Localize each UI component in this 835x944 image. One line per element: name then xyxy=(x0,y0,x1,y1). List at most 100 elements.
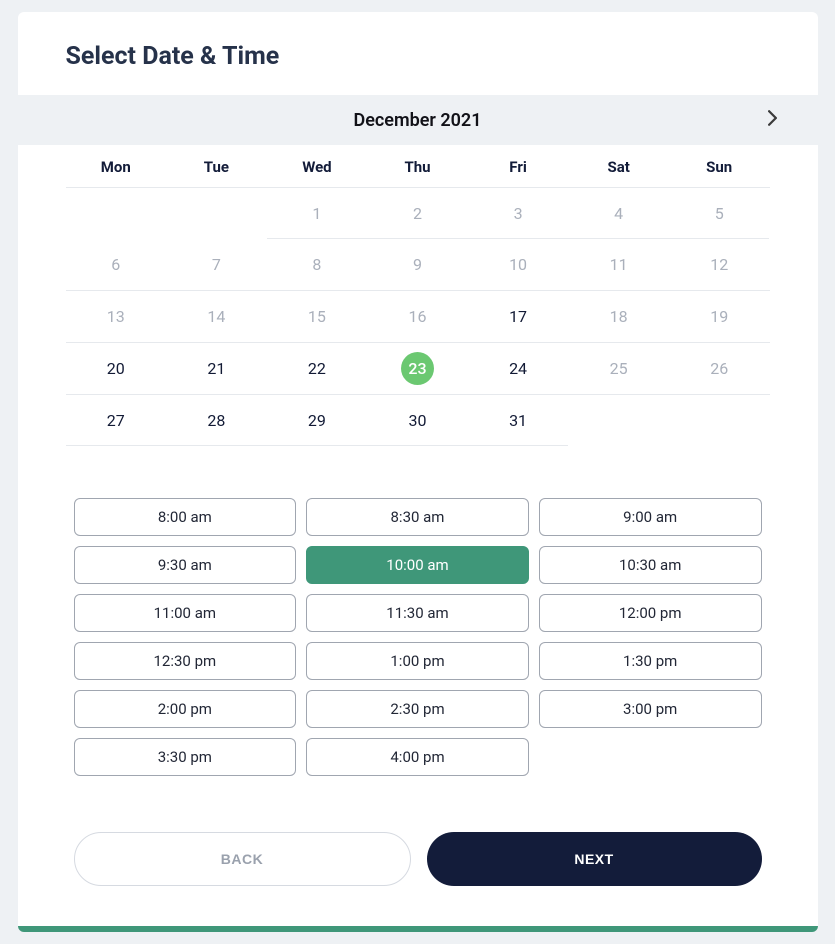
calendar-day-empty xyxy=(66,188,167,239)
weekday-label: Tue xyxy=(166,145,267,187)
month-navigation: December 2021 xyxy=(18,95,818,145)
calendar-day-number: 23 xyxy=(401,352,434,385)
calendar-day-number: 15 xyxy=(308,307,326,326)
calendar-day-number: 9 xyxy=(413,255,422,274)
calendar-day-number: 6 xyxy=(111,255,120,274)
calendar-day: 11 xyxy=(568,239,669,290)
calendar-day[interactable]: 31 xyxy=(468,395,569,446)
calendar-day-number: 14 xyxy=(207,307,225,326)
calendar-day-number: 17 xyxy=(509,307,527,326)
calendar-day-number: 3 xyxy=(514,204,523,223)
calendar-day-number: 1 xyxy=(312,204,321,223)
calendar-day-number: 12 xyxy=(710,255,728,274)
calendar-row: 20 21 22 23 24 25 26 xyxy=(66,343,770,395)
calendar-day-number: 10 xyxy=(509,255,527,274)
calendar-row: 27 28 29 30 31 xyxy=(66,395,770,446)
calendar-day-number: 18 xyxy=(610,307,628,326)
calendar-day-empty xyxy=(568,395,669,446)
time-slot[interactable]: 2:30 pm xyxy=(306,690,529,728)
time-slot[interactable]: 4:00 pm xyxy=(306,738,529,776)
calendar-row: 6 7 8 9 10 11 12 xyxy=(66,239,770,291)
calendar-day: 7 xyxy=(166,239,267,290)
calendar-day-number: 13 xyxy=(107,307,125,326)
calendar-day[interactable]: 17 xyxy=(468,291,569,342)
calendar-day-number: 21 xyxy=(207,359,225,378)
date-time-card: Select Date & Time December 2021 MonTueW… xyxy=(18,12,818,932)
month-label: December 2021 xyxy=(353,110,481,131)
weekday-label: Sun xyxy=(669,145,770,187)
time-slot-grid: 8:00 am8:30 am 9:00 am 9:30 am10:00 am 10:3… xyxy=(18,446,818,804)
time-slot[interactable]: 11:00 am xyxy=(74,594,297,632)
time-slot[interactable]: 1:00 pm xyxy=(306,642,529,680)
time-slot[interactable]: 2:00 pm xyxy=(74,690,297,728)
calendar-day: 4 xyxy=(568,188,669,239)
time-slot[interactable]: 12:00 pm xyxy=(539,594,762,632)
page-title: Select Date & Time xyxy=(18,12,818,95)
calendar-day: 6 xyxy=(66,239,167,290)
time-slot[interactable]: 11:30 am xyxy=(306,594,529,632)
calendar-day-number: 28 xyxy=(207,411,225,430)
calendar-day: 3 xyxy=(468,188,569,239)
calendar-row: 1 2 3 4 5 xyxy=(66,188,770,239)
calendar-day: 8 xyxy=(267,239,368,290)
calendar-day[interactable]: 23 xyxy=(367,343,468,394)
next-month-button[interactable] xyxy=(758,105,788,135)
calendar-grid: 1234567891011121314151617181920212223242… xyxy=(66,188,770,446)
calendar-day[interactable]: 20 xyxy=(66,343,167,394)
calendar-day-number: 30 xyxy=(409,411,427,430)
calendar-day: 2 xyxy=(367,188,468,239)
weekday-label: Thu xyxy=(367,145,468,187)
calendar-day[interactable]: 29 xyxy=(267,395,368,446)
calendar-day-empty xyxy=(166,188,267,239)
calendar-day: 18 xyxy=(568,291,669,342)
time-slot[interactable]: 1:30 pm xyxy=(539,642,762,680)
calendar-day[interactable]: 27 xyxy=(66,395,167,446)
calendar-day-number: 27 xyxy=(107,411,125,430)
back-button[interactable]: BACK xyxy=(74,832,411,886)
time-slot[interactable]: 3:00 pm xyxy=(539,690,762,728)
time-slot[interactable]: 8:30 am xyxy=(306,498,529,536)
time-slot[interactable]: 10:30 am xyxy=(539,546,762,584)
calendar-day-number: 31 xyxy=(509,411,527,430)
time-slot[interactable]: 12:30 pm xyxy=(74,642,297,680)
calendar-day-empty xyxy=(669,395,770,446)
calendar-day: 14 xyxy=(166,291,267,342)
time-slot[interactable]: 9:30 am xyxy=(74,546,297,584)
next-button[interactable]: NEXT xyxy=(427,832,762,886)
calendar-day-number: 19 xyxy=(710,307,728,326)
calendar-weekday-header: MonTueWedThuFriSatSun xyxy=(66,145,770,188)
calendar-day: 13 xyxy=(66,291,167,342)
weekday-label: Mon xyxy=(66,145,167,187)
calendar-day: 15 xyxy=(267,291,368,342)
weekday-label: Fri xyxy=(468,145,569,187)
calendar-day[interactable]: 28 xyxy=(166,395,267,446)
time-slot[interactable]: 3:30 pm xyxy=(74,738,297,776)
calendar-day-number: 29 xyxy=(308,411,326,430)
calendar-day-number: 16 xyxy=(409,307,427,326)
calendar-day[interactable]: 22 xyxy=(267,343,368,394)
calendar-day-number: 5 xyxy=(715,204,724,223)
time-slot[interactable]: 9:00 am xyxy=(539,498,762,536)
calendar-day: 26 xyxy=(669,343,770,394)
calendar-day: 16 xyxy=(367,291,468,342)
action-row: BACK NEXT xyxy=(18,804,818,926)
calendar-day-number: 25 xyxy=(610,359,628,378)
calendar: MonTueWedThuFriSatSun 123456789101112131… xyxy=(18,145,818,446)
calendar-day-number: 11 xyxy=(610,255,628,274)
weekday-label: Sat xyxy=(568,145,669,187)
calendar-day: 10 xyxy=(468,239,569,290)
calendar-day-number: 20 xyxy=(107,359,125,378)
calendar-day[interactable]: 24 xyxy=(468,343,569,394)
calendar-day-number: 22 xyxy=(308,359,326,378)
calendar-day-number: 4 xyxy=(614,204,623,223)
weekday-label: Wed xyxy=(267,145,368,187)
calendar-day-number: 8 xyxy=(312,255,321,274)
calendar-row: 13 14 15 16 17 18 19 xyxy=(66,291,770,343)
calendar-day[interactable]: 21 xyxy=(166,343,267,394)
calendar-day: 19 xyxy=(669,291,770,342)
chevron-right-icon xyxy=(768,110,777,130)
time-slot[interactable]: 8:00 am xyxy=(74,498,297,536)
calendar-day: 5 xyxy=(669,188,770,239)
calendar-day[interactable]: 30 xyxy=(367,395,468,446)
time-slot[interactable]: 10:00 am xyxy=(306,546,529,584)
